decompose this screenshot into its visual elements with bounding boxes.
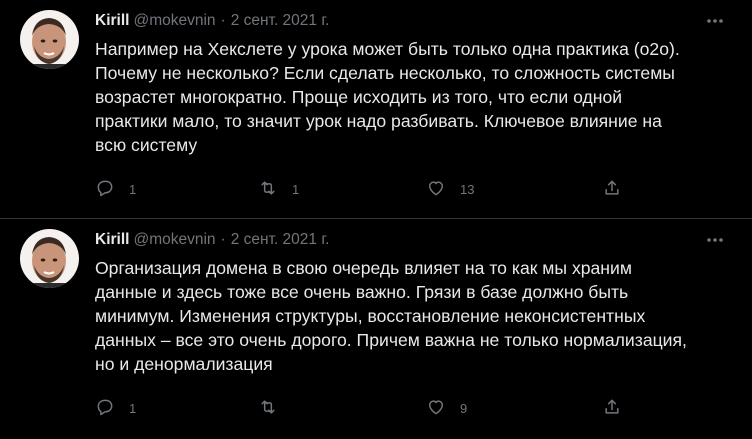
more-horizontal-icon[interactable]	[704, 231, 726, 249]
tweet-header: Kirill @mokevnin · 2 сент. 2021 г.	[95, 11, 329, 31]
reply-bubble-icon	[95, 397, 115, 420]
reply-button[interactable]: 1	[95, 178, 136, 200]
share-button[interactable]	[602, 178, 622, 200]
author-name[interactable]: Kirill	[95, 231, 129, 248]
like-button[interactable]: 9	[426, 397, 467, 419]
author-name[interactable]: Kirill	[95, 12, 129, 29]
tweet-actions: 1 9	[95, 397, 635, 419]
reply-count: 1	[129, 400, 137, 416]
tweet[interactable]: Kirill @mokevnin · 2 сент. 2021 г. Например…	[0, 0, 752, 218]
tweet-text: Организация домена в свою очередь влияет…	[95, 258, 687, 374]
retweet-count: 1	[292, 181, 300, 197]
like-count: 13	[460, 181, 475, 197]
share-upload-icon	[602, 397, 622, 420]
retweet-button[interactable]: 1	[258, 178, 299, 200]
author-handle[interactable]: @mokevnin	[133, 231, 215, 248]
avatar[interactable]	[20, 229, 79, 288]
retweet-arrows-icon	[258, 397, 278, 420]
separator-dot: ·	[220, 231, 226, 248]
heart-icon	[426, 178, 446, 201]
retweet-arrows-icon	[258, 178, 278, 201]
author-handle[interactable]: @mokevnin	[133, 12, 215, 29]
tweet-header: Kirill @mokevnin · 2 сент. 2021 г.	[95, 230, 329, 250]
avatar-photo	[20, 10, 79, 69]
more-horizontal-icon[interactable]	[704, 12, 726, 30]
tweet-date[interactable]: 2 сент. 2021 г.	[231, 231, 330, 248]
separator-dot: ·	[220, 12, 226, 29]
tweet-actions: 1 1 13	[95, 178, 635, 200]
share-upload-icon	[602, 178, 622, 201]
share-button[interactable]	[602, 397, 622, 419]
tweet-date[interactable]: 2 сент. 2021 г.	[231, 12, 330, 29]
like-button[interactable]: 13	[426, 178, 474, 200]
avatar[interactable]	[20, 10, 79, 69]
tweet[interactable]: Kirill @mokevnin · 2 сент. 2021 г. Организа…	[0, 218, 752, 436]
retweet-button[interactable]	[258, 397, 292, 419]
reply-button[interactable]: 1	[95, 397, 136, 419]
tweet-text: Например на Хекслете у урока может быть …	[95, 39, 680, 155]
heart-icon	[426, 397, 446, 420]
reply-count: 1	[129, 181, 137, 197]
avatar-photo	[20, 229, 79, 288]
reply-bubble-icon	[95, 178, 115, 201]
like-count: 9	[460, 400, 468, 416]
